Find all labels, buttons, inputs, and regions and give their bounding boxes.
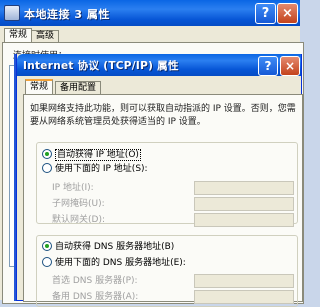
general-tab-panel: 如果网络支持此功能，则可以获取自动指派的 IP 设置。否则，您需要从网络系统管理… xyxy=(23,94,303,307)
help-button[interactable]: ? xyxy=(258,56,278,76)
preferred-dns-label: 首选 DNS 服务器(P): xyxy=(52,276,138,286)
default-gateway-label: 默认网关(D): xyxy=(52,215,105,225)
background-title-bar: 本地连接 3 属性 ? × xyxy=(0,0,300,26)
use-following-ip-option[interactable]: 使用下面的 IP 地址(S): xyxy=(42,162,150,175)
ip-address-label: IP 地址(I): xyxy=(52,183,94,193)
obtain-dns-automatically-option[interactable]: 自动获得 DNS 服务器地址(B) xyxy=(42,240,177,253)
subnet-mask-field[interactable] xyxy=(194,197,294,211)
tab-general[interactable]: 常规 xyxy=(25,79,54,95)
alternate-dns-label: 备用 DNS 服务器(A): xyxy=(52,292,139,302)
tab-alternate-configuration[interactable]: 备用配置 xyxy=(55,81,102,94)
preferred-dns-field[interactable] xyxy=(194,274,294,288)
subnet-mask-label: 子网掩码(U): xyxy=(52,199,105,209)
ip-address-field[interactable] xyxy=(194,181,294,195)
background-help-button[interactable]: ? xyxy=(255,3,276,24)
obtain-dns-automatically-label: 自动获得 DNS 服务器地址(B) xyxy=(55,242,175,252)
dialog-title-bar: Internet 协议 (TCP/IP) 属性 ? × xyxy=(17,54,301,76)
use-following-ip-label: 使用下面的 IP 地址(S): xyxy=(55,164,148,174)
use-following-dns-radio[interactable] xyxy=(42,256,52,267)
obtain-ip-automatically-radio[interactable] xyxy=(42,148,52,159)
default-gateway-field[interactable] xyxy=(194,213,294,227)
close-button[interactable]: × xyxy=(280,56,300,76)
use-following-dns-label: 使用下面的 DNS 服务器地址(E): xyxy=(55,258,186,268)
background-window-title: 本地连接 3 属性 xyxy=(24,8,110,21)
background-tab-general[interactable]: 常规 xyxy=(4,28,33,42)
dialog-title: Internet 协议 (TCP/IP) 属性 xyxy=(23,60,179,72)
alternate-dns-field[interactable] xyxy=(194,290,294,304)
obtain-dns-automatically-radio[interactable] xyxy=(42,240,52,251)
description-text: 如果网络支持此功能，则可以获取自动指派的 IP 设置。否则，您需要从网络系统管理… xyxy=(30,104,296,127)
network-connection-icon xyxy=(4,5,20,21)
use-following-ip-radio[interactable] xyxy=(42,162,52,173)
background-close-button[interactable]: × xyxy=(277,3,298,24)
background-tab-advanced[interactable]: 高级 xyxy=(31,30,60,42)
tcpip-properties-dialog: Internet 协议 (TCP/IP) 属性 ? × 常规 备用配置 如果网络… xyxy=(16,54,303,307)
use-following-dns-option[interactable]: 使用下面的 DNS 服务器地址(E): xyxy=(42,256,188,269)
obtain-ip-automatically-option[interactable]: 自动获得 IP 地址(O) xyxy=(42,148,143,161)
obtain-ip-automatically-label: 自动获得 IP 地址(O) xyxy=(55,149,141,161)
